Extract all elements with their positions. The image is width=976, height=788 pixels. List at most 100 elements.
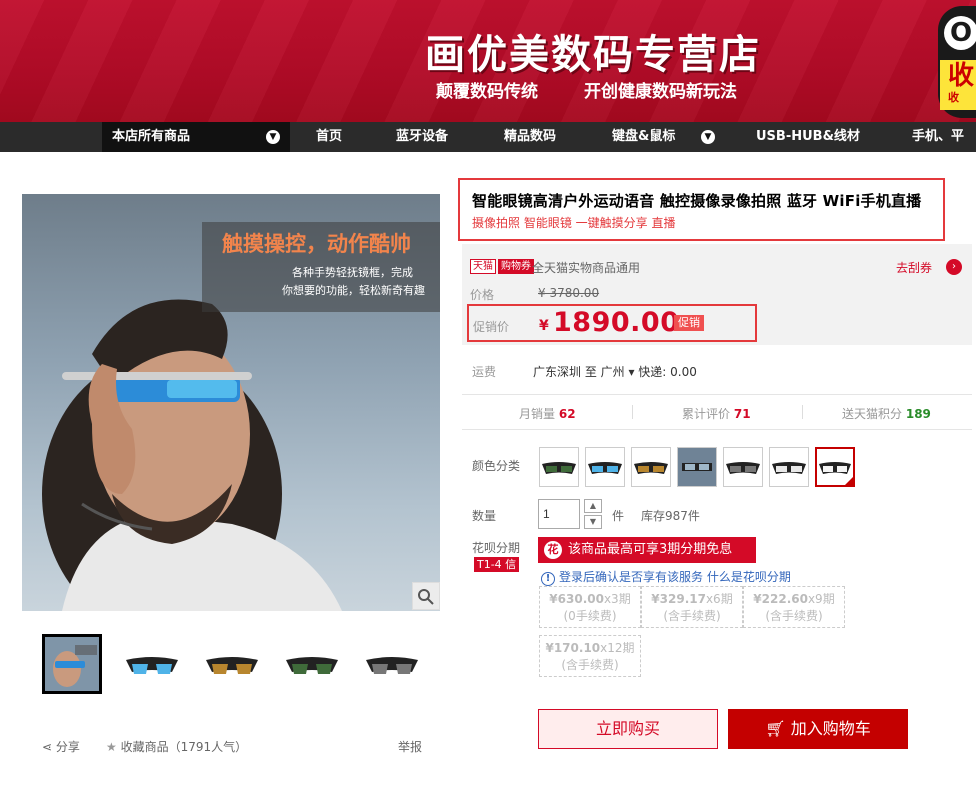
add-to-cart-button[interactable]: 🛒︎ 加入购物车 (728, 709, 908, 749)
monthly-sales: 月销量 62 (519, 405, 576, 422)
thumbnail-2[interactable] (122, 634, 182, 694)
shop-nav: 本店所有商品 ▼ 首页 蓝牙设备 精品数码 键盘&鼠标 ▼ USB-HUB&线材… (0, 122, 976, 174)
huabei-note[interactable]: ! 登录后确认是否享有该服务 什么是花呗分期 (541, 568, 791, 586)
fav-letter: O (944, 16, 976, 50)
color-swatch-clear[interactable] (769, 447, 809, 487)
nav-item-bluetooth[interactable]: 蓝牙设备 (396, 122, 448, 152)
nav-item-digital[interactable]: 精品数码 (504, 122, 556, 152)
glasses-image (819, 462, 853, 485)
shipping-destination-select[interactable]: 广东深圳 至 广州 ▾ 快递: 0.00 (533, 363, 697, 380)
promo-price: 1890.00 (553, 307, 680, 338)
glasses-image (542, 462, 576, 474)
plan-amount: ¥222.60 (753, 592, 808, 606)
original-price: ¥ 3780.00 (538, 286, 600, 300)
coupon-link[interactable]: 去刮券 (896, 259, 932, 276)
points-label: 送天猫积分 (842, 407, 903, 421)
gallery-headline: 触摸操控，动作酷帅 (222, 232, 411, 256)
total-reviews[interactable]: 累计评价 71 (682, 405, 751, 422)
monthly-sales-value: 62 (558, 407, 576, 421)
shipping-label: 运费 (472, 365, 497, 379)
nav-all-products[interactable]: 本店所有商品 (102, 122, 290, 152)
color-swatch-blue[interactable] (585, 447, 625, 487)
huabei-banner: 花 该商品最高可享3期分期免息 (538, 537, 756, 563)
collect-button[interactable]: ★ 收藏商品（1791人气） (106, 738, 247, 755)
product-subtitle: 摄像拍照 智能眼镜 一键触摸分享 直播 (472, 216, 676, 230)
nav-item-home[interactable]: 首页 (316, 122, 342, 152)
gallery-caption-2: 你想要的功能，轻松新奇有趣 (282, 284, 425, 297)
shop-slogan-2: 开创健康数码新玩法 (584, 82, 737, 102)
glasses-image (634, 462, 668, 474)
plan-fee: (含手续费) (561, 658, 619, 672)
color-swatch-photo[interactable] (677, 447, 717, 487)
installment-option[interactable]: ¥170.10x12期 (含手续费) (539, 635, 641, 677)
glasses-image (678, 448, 716, 486)
shop-title: 画优美数码专营店 (425, 32, 761, 78)
quantity-label: 数量 (472, 509, 497, 523)
reviews-label: 累计评价 (682, 407, 731, 421)
cart-icon: 🛒︎ (765, 719, 791, 738)
reviews-value: 71 (733, 407, 751, 421)
nav-item-usb-hub[interactable]: USB-HUB&线材 (756, 122, 860, 152)
gallery-caption-1: 各种手势轻抚镜框，完成 (292, 266, 413, 279)
chevron-right-icon[interactable]: › (946, 259, 962, 275)
promo-label: 促销价 (473, 320, 510, 334)
nav-item-phones[interactable]: 手机、平板 (912, 122, 976, 182)
zoom-button[interactable] (412, 582, 440, 610)
glasses-image (286, 657, 338, 674)
glasses-image (726, 462, 760, 474)
plan-period: x9期 (807, 592, 835, 606)
share-label: 分享 (55, 740, 80, 754)
color-swatch-grey[interactable] (723, 447, 763, 487)
product-main-image[interactable]: 触摸操控，动作酷帅 各种手势轻抚镜框，完成 你想要的功能，轻松新奇有趣 (22, 194, 440, 611)
plan-fee: (含手续费) (663, 609, 721, 623)
buy-now-button[interactable]: 立即购买 (538, 709, 718, 749)
coupon-text: 全天猫实物商品通用 (532, 261, 641, 275)
plan-period: x6期 (705, 592, 733, 606)
installment-option[interactable]: ¥630.00x3期 (0手续费) (539, 586, 641, 628)
glasses-image (366, 657, 418, 674)
glasses-image (772, 462, 806, 474)
chevron-down-icon[interactable]: ▼ (266, 130, 280, 144)
color-swatch-brown[interactable] (631, 447, 671, 487)
thumbnail-3[interactable] (202, 634, 262, 694)
points-value: 189 (905, 407, 931, 421)
divider (802, 405, 803, 419)
glasses-image (206, 657, 258, 674)
huabei-label: 花呗分期 (472, 541, 521, 555)
shop-banner: 画优美数码专营店 颠覆数码传统 开创健康数码新玩法 O 收收 (0, 0, 976, 122)
promo-price-box: 促销价 ¥ 1890.00 促销 (467, 304, 757, 342)
search-icon (418, 589, 434, 605)
huabei-note-text: 登录后确认是否享有该服务 什么是花呗分期 (559, 570, 791, 584)
currency-symbol: ¥ (539, 318, 549, 334)
star-icon: ★ (106, 740, 121, 754)
installment-option[interactable]: ¥329.17x6期 (含手续费) (641, 586, 743, 628)
share-button[interactable]: ⋖ 分享 (42, 738, 80, 755)
coupon-tag: 购物券 (498, 259, 534, 274)
tmall-tag: 天猫 (470, 259, 496, 274)
thumbnail-5[interactable] (362, 634, 422, 694)
report-link[interactable]: 举报 (398, 738, 422, 755)
collect-label: 收藏商品 (120, 740, 169, 754)
quantity-decrease-button[interactable]: ▼ (584, 515, 602, 529)
product-title-box: 智能眼镜高清户外运动语音 触控摄像录像拍照 蓝牙 WiFi手机直播 摄像拍照 智… (458, 178, 945, 241)
color-swatch-white-selected[interactable] (815, 447, 855, 487)
glasses-image (588, 462, 622, 474)
color-label: 颜色分类 (472, 459, 521, 473)
thumbnail-4[interactable] (282, 634, 342, 694)
favorite-shop-badge[interactable]: O 收收 (938, 6, 976, 118)
quantity-input[interactable] (538, 499, 580, 529)
stock-count: 库存987件 (641, 509, 700, 523)
divider (632, 405, 633, 419)
nav-item-keyboard-mouse[interactable]: 键盘&鼠标 (612, 122, 675, 152)
chevron-down-icon[interactable]: ▼ (701, 130, 715, 144)
thumbnail-1[interactable] (42, 634, 102, 694)
installment-option[interactable]: ¥222.60x9期 (含手续费) (743, 586, 845, 628)
plan-period: x12期 (600, 641, 635, 655)
collect-count: （1791人气） (168, 740, 248, 754)
quantity-increase-button[interactable]: ▲ (584, 499, 602, 513)
huabei-banner-text: 该商品最高可享3期分期免息 (568, 542, 733, 557)
nav-all-products-label: 本店所有商品 (112, 129, 191, 144)
shop-slogan-1: 颠覆数码传统 (436, 82, 538, 102)
color-swatch-green[interactable] (539, 447, 579, 487)
huabei-icon: 花 (544, 541, 562, 559)
